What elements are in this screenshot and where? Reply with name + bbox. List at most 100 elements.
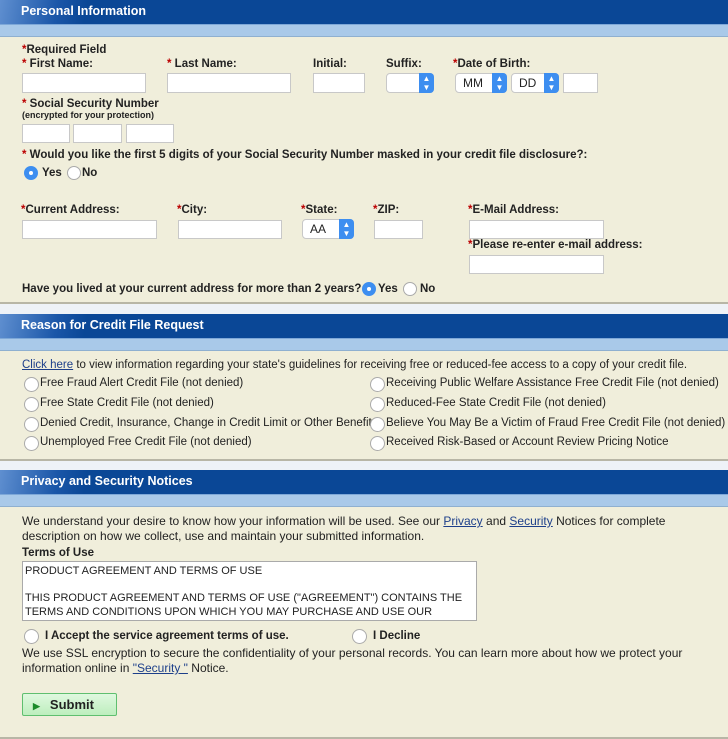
security-notice-link[interactable]: "Security "	[133, 661, 188, 675]
reason-radio[interactable]	[24, 397, 39, 412]
security-link[interactable]: Security	[509, 514, 552, 528]
reason-radio[interactable]	[24, 436, 39, 451]
lived-no-radio[interactable]	[403, 282, 417, 296]
chevron-updown-icon: ▲ ▼	[492, 73, 507, 93]
initial-label: Initial:	[313, 58, 347, 70]
decline-radio[interactable]	[352, 629, 367, 644]
zip-label: *ZIP:	[373, 204, 400, 216]
header-strip	[0, 25, 728, 37]
city-input[interactable]	[178, 220, 282, 239]
ssn-part3-input[interactable]	[126, 124, 174, 143]
reason-radio[interactable]	[370, 417, 385, 432]
decline-label: I Decline	[373, 630, 421, 642]
reason-radio[interactable]	[24, 377, 39, 392]
dob-day-value: DD	[519, 76, 537, 90]
address-label: *Current Address:	[21, 204, 120, 216]
lived-yes-radio[interactable]	[362, 282, 376, 296]
reason-radio[interactable]	[24, 417, 39, 432]
mask-yes-radio[interactable]	[24, 166, 38, 180]
terms-label: Terms of Use	[22, 547, 95, 559]
submit-label: Submit	[49, 697, 94, 712]
chevron-updown-icon: ▲ ▼	[339, 219, 354, 239]
ssl-text: We use SSL encryption to secure the conf…	[22, 646, 683, 660]
reason-option-label: Reduced-Fee State Credit File (not denie…	[386, 397, 606, 409]
label-text: Please re-enter e-mail address:	[472, 239, 643, 251]
t: Notices for complete	[552, 514, 666, 528]
ssn-part2-input[interactable]	[73, 124, 122, 143]
lived-question: Have you lived at your current address f…	[22, 283, 362, 295]
reason-radio[interactable]	[370, 436, 385, 451]
reason-option-label: Received Risk-Based or Account Review Pr…	[386, 436, 669, 448]
mask-no-radio[interactable]	[67, 166, 81, 180]
label-text: Last Name:	[174, 58, 237, 70]
label-text: State:	[305, 204, 338, 216]
label-text: Would you like the first 5 digits of you…	[29, 149, 588, 161]
state-select[interactable]: AA ▲ ▼	[302, 219, 354, 239]
chevron-updown-icon: ▲ ▼	[544, 73, 559, 93]
dob-month-select[interactable]: MM ▲ ▼	[455, 73, 507, 93]
label-text: ZIP:	[377, 204, 400, 216]
section-header-privacy: Privacy and Security Notices	[0, 470, 728, 495]
t: We understand your desire to know how yo…	[22, 514, 444, 528]
privacy-link[interactable]: Privacy	[443, 514, 482, 528]
email-label: *E-Mail Address:	[468, 204, 559, 216]
label-text: E-Mail Address:	[472, 204, 559, 216]
label-text: Social Security Number	[29, 98, 159, 110]
lived-yes-label: Yes	[378, 283, 398, 295]
reason-option-label: Unemployed Free Credit File (not denied)	[40, 436, 252, 448]
label-text: City:	[181, 204, 208, 216]
terms-textarea[interactable]: PRODUCT AGREEMENT AND TERMS OF USE THIS …	[22, 561, 477, 621]
city-label: *City:	[177, 204, 208, 216]
submit-button[interactable]: ▶ Submit	[22, 693, 117, 716]
last-name-label: * Last Name:	[167, 58, 237, 70]
reason-option-label: Free State Credit File (not denied)	[40, 397, 214, 409]
ssl-text-2: information online in "Security " Notice…	[22, 661, 229, 675]
zip-input[interactable]	[374, 220, 423, 239]
t: Notice.	[187, 661, 229, 675]
state-label: *State:	[301, 204, 338, 216]
email-input[interactable]	[469, 220, 604, 239]
click-here-link[interactable]: Click here	[22, 359, 73, 371]
privacy-text: We understand your desire to know how yo…	[22, 514, 665, 528]
reason-option-label: Believe You May Be a Victim of Fraud Fre…	[386, 417, 726, 429]
header-strip	[0, 495, 728, 507]
email-confirm-label: *Please re-enter e-mail address:	[468, 239, 643, 251]
lived-no-label: No	[420, 283, 436, 295]
suffix-select[interactable]: ▲ ▼	[386, 73, 434, 93]
dob-month-value: MM	[463, 76, 483, 90]
intro-text: to view information regarding your state…	[73, 359, 688, 371]
suffix-label: Suffix:	[386, 58, 422, 70]
mask-no-label: No	[82, 167, 98, 179]
label-text: Current Address:	[25, 204, 120, 216]
required-note-text: Required Field	[26, 44, 107, 56]
dob-label: *Date of Birth:	[453, 58, 531, 70]
first-name-input[interactable]	[22, 73, 146, 93]
label-text: First Name:	[29, 58, 93, 70]
dob-day-select[interactable]: DD ▲ ▼	[511, 73, 559, 93]
t: information online in	[22, 661, 133, 675]
section-header-personal: Personal Information	[0, 0, 728, 25]
state-value: AA	[310, 222, 327, 236]
accept-label: I Accept the service agreement terms of …	[45, 630, 289, 642]
mask-question: * Would you like the first 5 digits of y…	[22, 149, 588, 161]
reason-radio[interactable]	[370, 377, 385, 392]
email-confirm-input[interactable]	[469, 255, 604, 274]
address-input[interactable]	[22, 220, 157, 239]
reason-intro: Click here to view information regarding…	[22, 359, 687, 371]
reason-option-label: Free Fraud Alert Credit File (not denied…	[40, 377, 244, 389]
accept-radio[interactable]	[24, 629, 39, 644]
first-name-label: * First Name:	[22, 58, 93, 70]
dob-year-input[interactable]	[563, 73, 598, 93]
t: and	[482, 514, 510, 528]
ssn-label: * Social Security Number	[22, 98, 159, 110]
last-name-input[interactable]	[167, 73, 291, 93]
ssn-part1-input[interactable]	[22, 124, 70, 143]
ssn-note: (encrypted for your protection)	[22, 110, 155, 120]
reason-radio[interactable]	[370, 397, 385, 412]
initial-input[interactable]	[313, 73, 365, 93]
required-note: *Required Field	[22, 44, 107, 56]
privacy-text-2: description on how we collect, use and m…	[22, 529, 425, 543]
mask-yes-label: Yes	[42, 167, 62, 179]
reason-option-label: Receiving Public Welfare Assistance Free…	[386, 377, 719, 389]
header-strip	[0, 339, 728, 351]
